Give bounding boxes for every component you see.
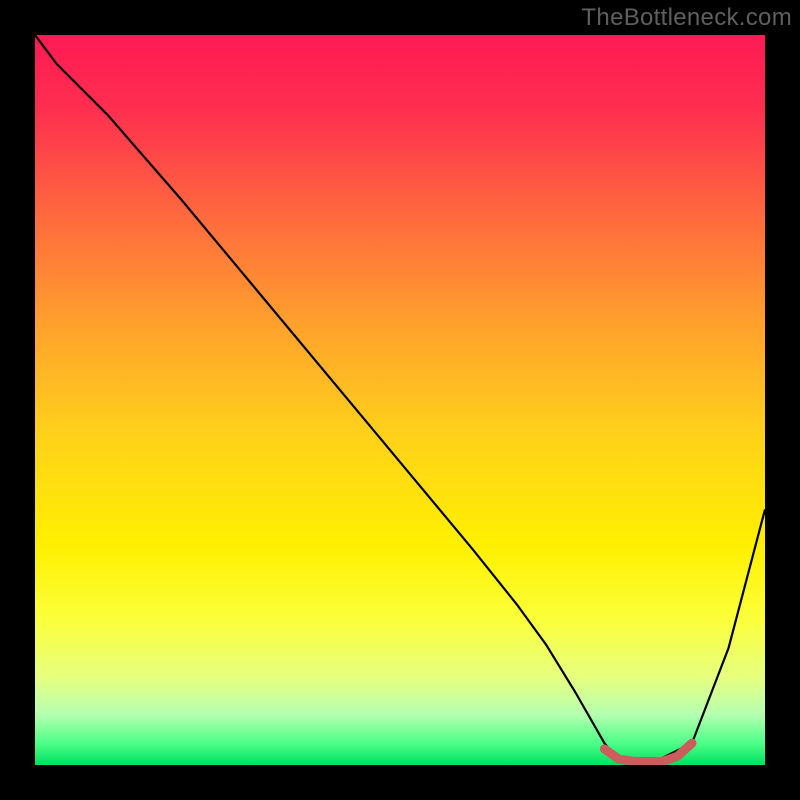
curve-layer [35, 35, 765, 765]
plot-area [35, 35, 765, 765]
optimal-range-marker [604, 743, 692, 761]
chart-frame: TheBottleneck.com [0, 0, 800, 800]
bottleneck-curve [35, 35, 765, 761]
watermark-text: TheBottleneck.com [581, 4, 792, 32]
